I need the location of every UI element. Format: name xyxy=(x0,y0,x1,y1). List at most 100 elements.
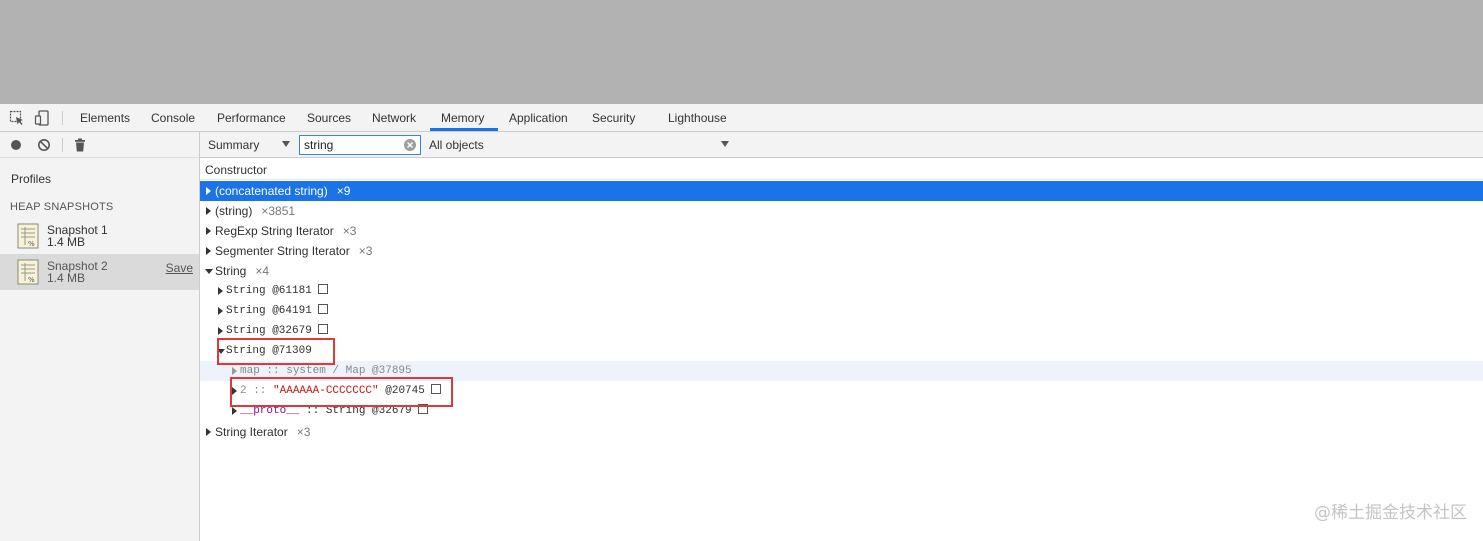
row-name: Segmenter String Iterator xyxy=(215,244,350,258)
clear-filter-icon[interactable] xyxy=(403,138,417,152)
row-name: :: String @32679 xyxy=(299,405,412,417)
profiles-toolbar xyxy=(0,132,199,158)
page-viewport xyxy=(0,0,1483,104)
devtools-tabbar: Elements Console Performance Sources Net… xyxy=(0,104,1483,132)
row-name: RegExp String Iterator xyxy=(215,224,334,238)
row-suffix: @20745 xyxy=(378,385,425,397)
row-name: String @32679 xyxy=(226,325,312,337)
collapse-arrow-icon[interactable] xyxy=(217,349,225,354)
tab-performance[interactable]: Performance xyxy=(217,104,286,131)
row-value: "AAAAAA-CCCCCCC" xyxy=(273,385,379,397)
table-row[interactable]: String @61181 xyxy=(200,281,1483,301)
clear-all-icon[interactable] xyxy=(36,137,52,153)
constructor-column-header[interactable]: Constructor xyxy=(200,158,1483,180)
row-count: ×3851 xyxy=(261,204,296,218)
toolbar-divider xyxy=(62,138,63,152)
store-as-global-icon[interactable] xyxy=(430,384,441,395)
table-row[interactable]: String @71309 xyxy=(200,341,1483,361)
row-count: ×3 xyxy=(296,425,311,439)
row-name: system / Map @37895 xyxy=(286,365,412,377)
table-row[interactable]: map :: system / Map @37895 xyxy=(200,361,1483,381)
expand-arrow-icon[interactable] xyxy=(218,307,223,315)
store-as-global-icon[interactable] xyxy=(317,324,328,335)
table-row[interactable]: Segmenter String Iterator ×3 xyxy=(200,241,1483,261)
view-select-value: Summary xyxy=(208,138,260,152)
objects-filter-value: All objects xyxy=(429,138,484,152)
heap-snapshot-view: Summary All objects Constructor (concate… xyxy=(200,132,1483,541)
table-row[interactable]: __proto__ :: String @32679 xyxy=(200,401,1483,421)
watermark: @稀土掘金技术社区 xyxy=(1314,503,1467,523)
row-name: String @61181 xyxy=(226,285,312,297)
svg-text:%: % xyxy=(28,240,35,248)
snapshot-size: 1.4 MB xyxy=(47,235,86,249)
class-filter-box xyxy=(299,135,421,155)
row-name: String @64191 xyxy=(226,305,312,317)
expand-arrow-icon[interactable] xyxy=(232,387,237,395)
expand-arrow-icon[interactable] xyxy=(206,428,211,436)
class-filter-input[interactable] xyxy=(300,136,404,154)
row-count: ×4 xyxy=(255,264,270,278)
profiles-sidebar: Profiles HEAP SNAPSHOTS % Snapshot 1 1.4… xyxy=(0,132,200,541)
row-count: ×3 xyxy=(342,224,357,238)
table-row[interactable]: (concatenated string) ×9 xyxy=(200,181,1483,201)
heap-snapshots-header: HEAP SNAPSHOTS xyxy=(10,201,114,213)
row-name: (string) xyxy=(215,204,253,218)
expand-arrow-icon[interactable] xyxy=(232,367,237,375)
store-as-global-icon[interactable] xyxy=(317,304,328,315)
view-select[interactable]: Summary xyxy=(208,132,292,158)
svg-text:%: % xyxy=(28,276,35,284)
row-prefix: 2 :: xyxy=(240,385,274,397)
snapshot-file-icon: % xyxy=(17,259,39,285)
collapse-arrow-icon[interactable] xyxy=(205,269,213,274)
device-toolbar-icon[interactable] xyxy=(34,110,50,126)
tab-lighthouse[interactable]: Lighthouse xyxy=(668,104,727,131)
row-name: String Iterator xyxy=(215,425,288,439)
toolbar-divider xyxy=(62,111,63,125)
expand-arrow-icon[interactable] xyxy=(206,247,211,255)
chevron-down-icon xyxy=(282,141,290,147)
row-name: String @71309 xyxy=(226,345,312,357)
tab-memory[interactable]: Memory xyxy=(441,104,484,131)
save-snapshot-link[interactable]: Save xyxy=(166,261,193,275)
profiles-title: Profiles xyxy=(11,172,52,186)
record-icon[interactable] xyxy=(8,137,24,153)
tab-sources[interactable]: Sources xyxy=(307,104,351,131)
row-count: ×9 xyxy=(336,184,351,198)
expand-arrow-icon[interactable] xyxy=(232,407,237,415)
snapshot-item-1[interactable]: % Snapshot 1 1.4 MB xyxy=(0,218,199,254)
trash-icon[interactable] xyxy=(72,137,88,153)
table-row[interactable]: RegExp String Iterator ×3 xyxy=(200,221,1483,241)
table-row[interactable]: (string) ×3851 xyxy=(200,201,1483,221)
row-name: String xyxy=(215,264,247,278)
table-row[interactable]: String Iterator ×3 xyxy=(200,422,1483,442)
table-row[interactable]: String @32679 xyxy=(200,321,1483,341)
row-prefix: map :: xyxy=(240,365,287,377)
row-prefix: __proto__ xyxy=(240,405,300,417)
chevron-down-icon xyxy=(721,141,729,147)
tab-elements[interactable]: Elements xyxy=(80,104,130,131)
tab-security[interactable]: Security xyxy=(592,104,635,131)
inspect-element-icon[interactable] xyxy=(9,110,25,126)
tab-network[interactable]: Network xyxy=(372,104,416,131)
tab-tools xyxy=(0,104,66,131)
table-row[interactable]: 2 :: "AAAAAA-CCCCCCC" @20745 xyxy=(200,381,1483,401)
table-row[interactable]: String @64191 xyxy=(200,301,1483,321)
objects-filter-select[interactable]: All objects xyxy=(429,132,731,158)
active-tab-indicator xyxy=(430,128,498,131)
store-as-global-icon[interactable] xyxy=(317,284,328,295)
snapshot-size: 1.4 MB xyxy=(47,271,86,285)
table-row[interactable]: String ×4 xyxy=(200,261,1483,281)
snapshot-toolbar: Summary All objects xyxy=(200,132,1483,158)
expand-arrow-icon[interactable] xyxy=(218,327,223,335)
snapshot-item-2[interactable]: % Snapshot 2 1.4 MB Save xyxy=(0,254,199,290)
tab-application[interactable]: Application xyxy=(509,104,568,131)
snapshot-file-icon: % xyxy=(17,223,39,249)
store-as-global-icon[interactable] xyxy=(417,404,428,415)
expand-arrow-icon[interactable] xyxy=(206,227,211,235)
expand-arrow-icon[interactable] xyxy=(218,287,223,295)
expand-arrow-icon[interactable] xyxy=(206,207,211,215)
expand-arrow-icon[interactable] xyxy=(206,187,211,195)
tab-console[interactable]: Console xyxy=(151,104,195,131)
row-name: (concatenated string) xyxy=(215,184,328,198)
row-count: ×3 xyxy=(358,244,373,258)
